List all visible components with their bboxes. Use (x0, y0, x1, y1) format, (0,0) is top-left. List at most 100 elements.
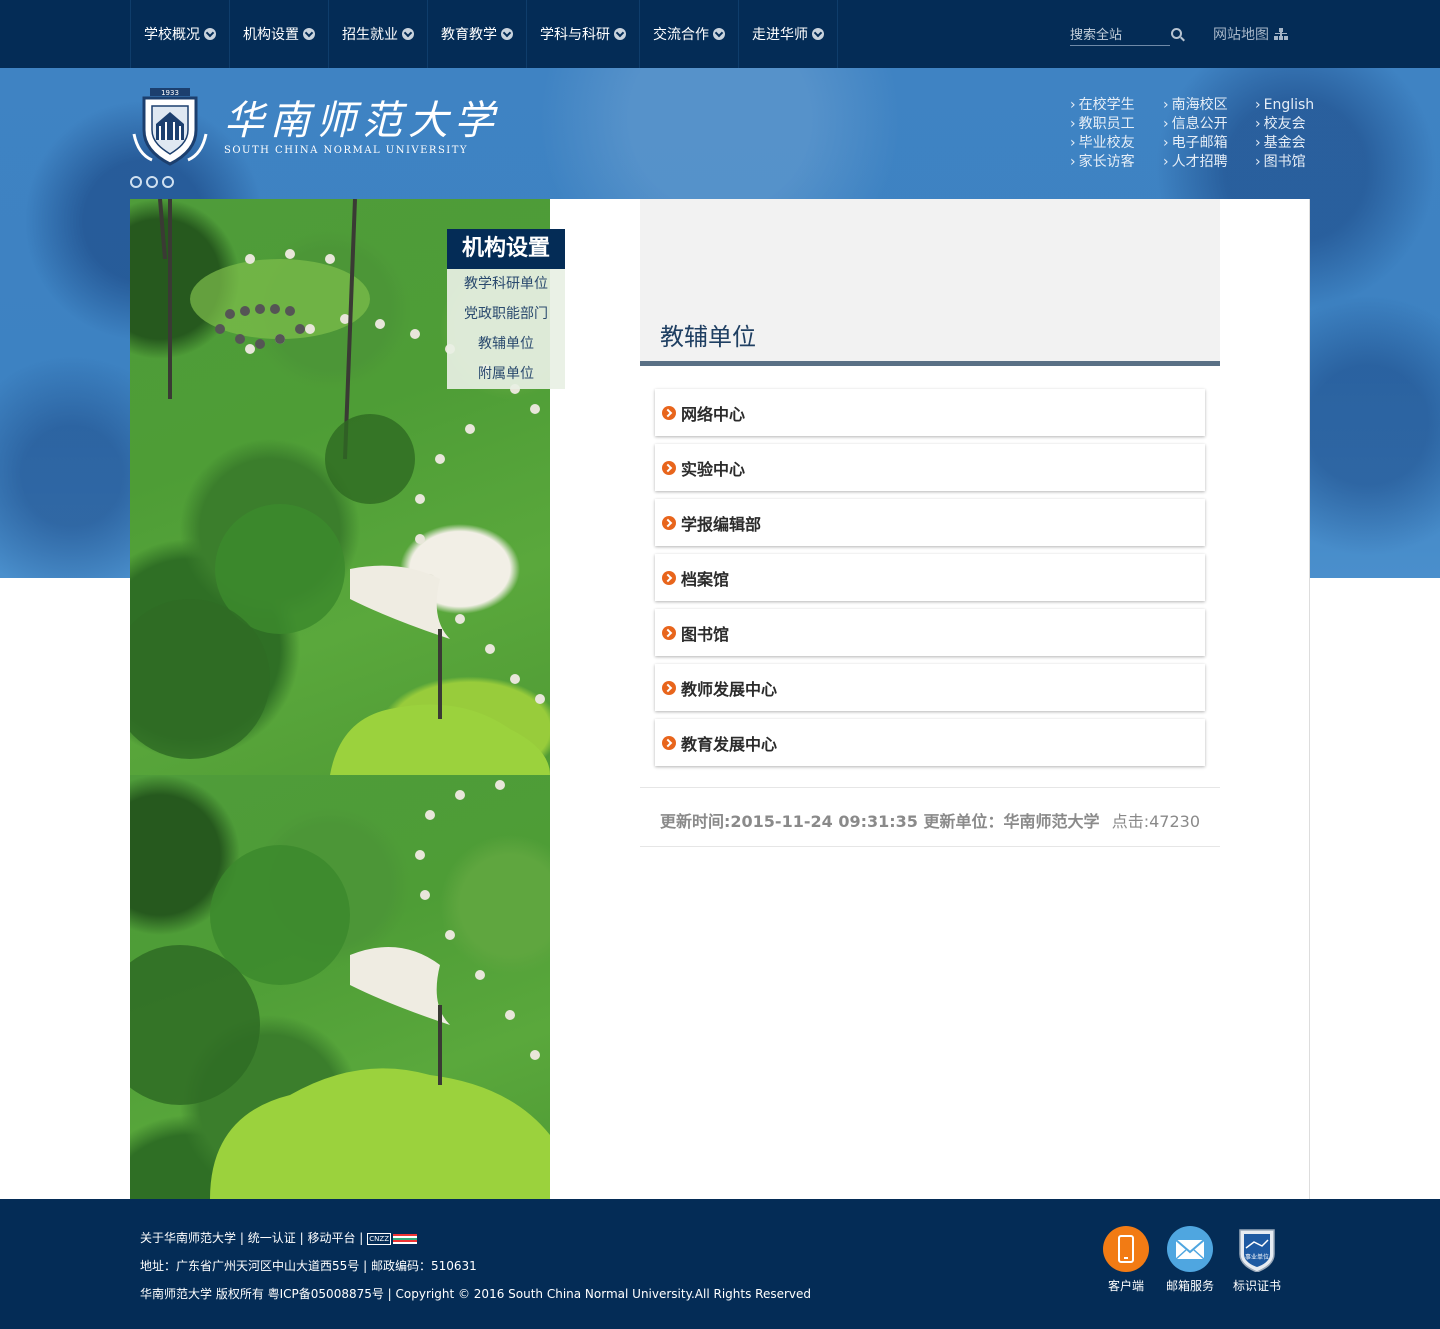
list-item-label: 图书馆 (681, 624, 730, 644)
sitemap-link[interactable]: 网站地图 (1213, 24, 1288, 44)
chevron-right-icon: › (1163, 116, 1169, 132)
stripes-icon (393, 1233, 418, 1244)
list-item-label: 档案馆 (681, 569, 730, 589)
arrow-right-circle-icon (662, 680, 676, 695)
quick-link-label: 家长访客 (1078, 154, 1135, 170)
client-app-button[interactable]: 客户端 (1103, 1226, 1149, 1294)
university-logo[interactable]: 1933 华南师范大学 SOUTH CHINA NORMAL UNIVERSIT… (130, 84, 500, 170)
sidebar-item-teaching-research[interactable]: 教学科研单位 (447, 269, 565, 299)
badge-text: 事业单位 (1245, 1253, 1269, 1261)
chevron-right-icon: › (1070, 154, 1076, 170)
chevron-down-icon (303, 28, 315, 40)
nav-item-research[interactable]: 学科与科研 (526, 0, 639, 68)
list-item[interactable]: 学报编辑部 (655, 499, 1205, 546)
title-divider (640, 361, 1220, 366)
list-item[interactable]: 实验中心 (655, 444, 1205, 491)
list-item[interactable]: 教育发展中心 (655, 719, 1205, 766)
sidebar-item-affiliated[interactable]: 附属单位 (447, 359, 565, 389)
quick-link-english[interactable]: › English (1255, 96, 1315, 115)
section-sidebar: 机构设置 教学科研单位 党政职能部门 教辅单位 附属单位 (447, 229, 565, 389)
nav-item-label: 走进华师 (752, 27, 808, 43)
sidebar-item-auxiliary[interactable]: 教辅单位 (447, 329, 565, 359)
nav-item-education[interactable]: 教育教学 (427, 0, 526, 68)
mobile-icon (1103, 1226, 1149, 1272)
client-app-label: 客户端 (1107, 1279, 1144, 1293)
list-item-label: 教育发展中心 (681, 734, 778, 754)
footer-separator: | (299, 1231, 304, 1245)
sidebar-title: 机构设置 (447, 229, 565, 269)
pager-dot[interactable] (130, 176, 142, 188)
list-item-label: 教师发展中心 (681, 679, 778, 699)
list-item[interactable]: 档案馆 (655, 554, 1205, 601)
click-count: 点击:47230 (1111, 812, 1200, 831)
top-navigation-bar: 学校概况 机构设置 招生就业 教育教学 学科与科研 交流合作 走进华师 网站地图 (0, 0, 1440, 68)
chevron-right-icon: › (1070, 97, 1076, 113)
chevron-right-icon: › (1255, 154, 1261, 170)
cnzz-stats-badge[interactable]: CNZZ (367, 1232, 418, 1245)
chevron-down-icon (614, 28, 626, 40)
quick-link-disclosure[interactable]: › 信息公开 (1163, 115, 1255, 134)
main-nav: 学校概况 机构设置 招生就业 教育教学 学科与科研 交流合作 走进华师 (130, 0, 838, 68)
nav-item-label: 交流合作 (653, 27, 709, 43)
quick-link-alumni-association[interactable]: › 校友会 (1255, 115, 1315, 134)
quick-link-alumni[interactable]: › 毕业校友 (1070, 134, 1163, 153)
page-meta: 更新时间:2015-11-24 09:31:35 更新单位：华南师范大学 点击:… (640, 787, 1220, 847)
chevron-down-icon (402, 28, 414, 40)
quick-link-students[interactable]: › 在校学生 (1070, 96, 1163, 115)
arrow-right-circle-icon (662, 515, 676, 530)
footer-separator: | (359, 1231, 364, 1245)
list-item[interactable]: 网络中心 (655, 389, 1205, 436)
certificate-label: 标识证书 (1233, 1279, 1282, 1293)
nav-item-about[interactable]: 走进华师 (738, 0, 838, 68)
footer-link-about[interactable]: 关于华南师范大学 (140, 1231, 236, 1245)
search-icon[interactable] (1171, 28, 1182, 39)
banner-pager (130, 176, 174, 188)
quick-link-email[interactable]: › 电子邮箱 (1163, 134, 1255, 153)
mail-service-label: 邮箱服务 (1166, 1279, 1215, 1293)
chevron-right-icon: › (1255, 97, 1261, 113)
pager-dot[interactable] (162, 176, 174, 188)
quick-link-library[interactable]: › 图书馆 (1255, 153, 1315, 172)
logo-text: 华南师范大学 SOUTH CHINA NORMAL UNIVERSITY (224, 99, 500, 156)
nav-item-label: 学科与科研 (540, 27, 610, 43)
mail-service-button[interactable]: 邮箱服务 (1166, 1226, 1214, 1294)
page-title: 教辅单位 (660, 323, 756, 351)
quick-link-label: 基金会 (1263, 135, 1306, 151)
quick-link-nanhai[interactable]: › 南海校区 (1163, 96, 1255, 115)
arrow-right-circle-icon (662, 625, 676, 640)
quick-link-jobs[interactable]: › 人才招聘 (1163, 153, 1255, 172)
nav-item-organization[interactable]: 机构设置 (229, 0, 328, 68)
list-item[interactable]: 图书馆 (655, 609, 1205, 656)
arrow-right-circle-icon (662, 735, 676, 750)
quick-link-staff[interactable]: › 教职员工 (1070, 115, 1163, 134)
quick-link-visitors[interactable]: › 家长访客 (1070, 153, 1163, 172)
search-input[interactable] (1070, 24, 1170, 47)
nav-item-label: 机构设置 (243, 27, 299, 43)
sidebar-item-administrative[interactable]: 党政职能部门 (447, 299, 565, 329)
nav-item-overview[interactable]: 学校概况 (130, 0, 229, 68)
quick-link-label: 信息公开 (1171, 116, 1228, 132)
arrow-right-circle-icon (662, 570, 676, 585)
footer-link-auth[interactable]: 统一认证 (248, 1231, 296, 1245)
campus-photo-bottom (130, 775, 550, 1199)
list-item[interactable]: 教师发展中心 (655, 664, 1205, 711)
arrow-right-circle-icon (662, 405, 676, 420)
footer-link-mobile[interactable]: 移动平台 (307, 1231, 355, 1245)
chevron-right-icon: › (1163, 154, 1169, 170)
chevron-down-icon (713, 28, 725, 40)
chevron-right-icon: › (1255, 135, 1261, 151)
nav-item-label: 招生就业 (342, 27, 398, 43)
footer-separator: | (239, 1231, 244, 1245)
nav-item-admissions[interactable]: 招生就业 (328, 0, 427, 68)
pager-dot[interactable] (146, 176, 158, 188)
quick-link-label: English (1263, 97, 1315, 113)
footer-copyright: 华南师范大学 版权所有 粤ICP备05008875号 | Copyright ©… (140, 1287, 812, 1301)
nav-item-exchange[interactable]: 交流合作 (639, 0, 738, 68)
chevron-right-icon: › (1163, 97, 1169, 113)
quick-link-label: 南海校区 (1171, 97, 1228, 113)
certificate-button[interactable]: 事业单位 标识证书 (1233, 1226, 1281, 1294)
quick-link-foundation[interactable]: › 基金会 (1255, 134, 1315, 153)
chevron-down-icon (812, 28, 824, 40)
list-item-label: 实验中心 (681, 459, 746, 479)
chevron-down-icon (204, 28, 216, 40)
